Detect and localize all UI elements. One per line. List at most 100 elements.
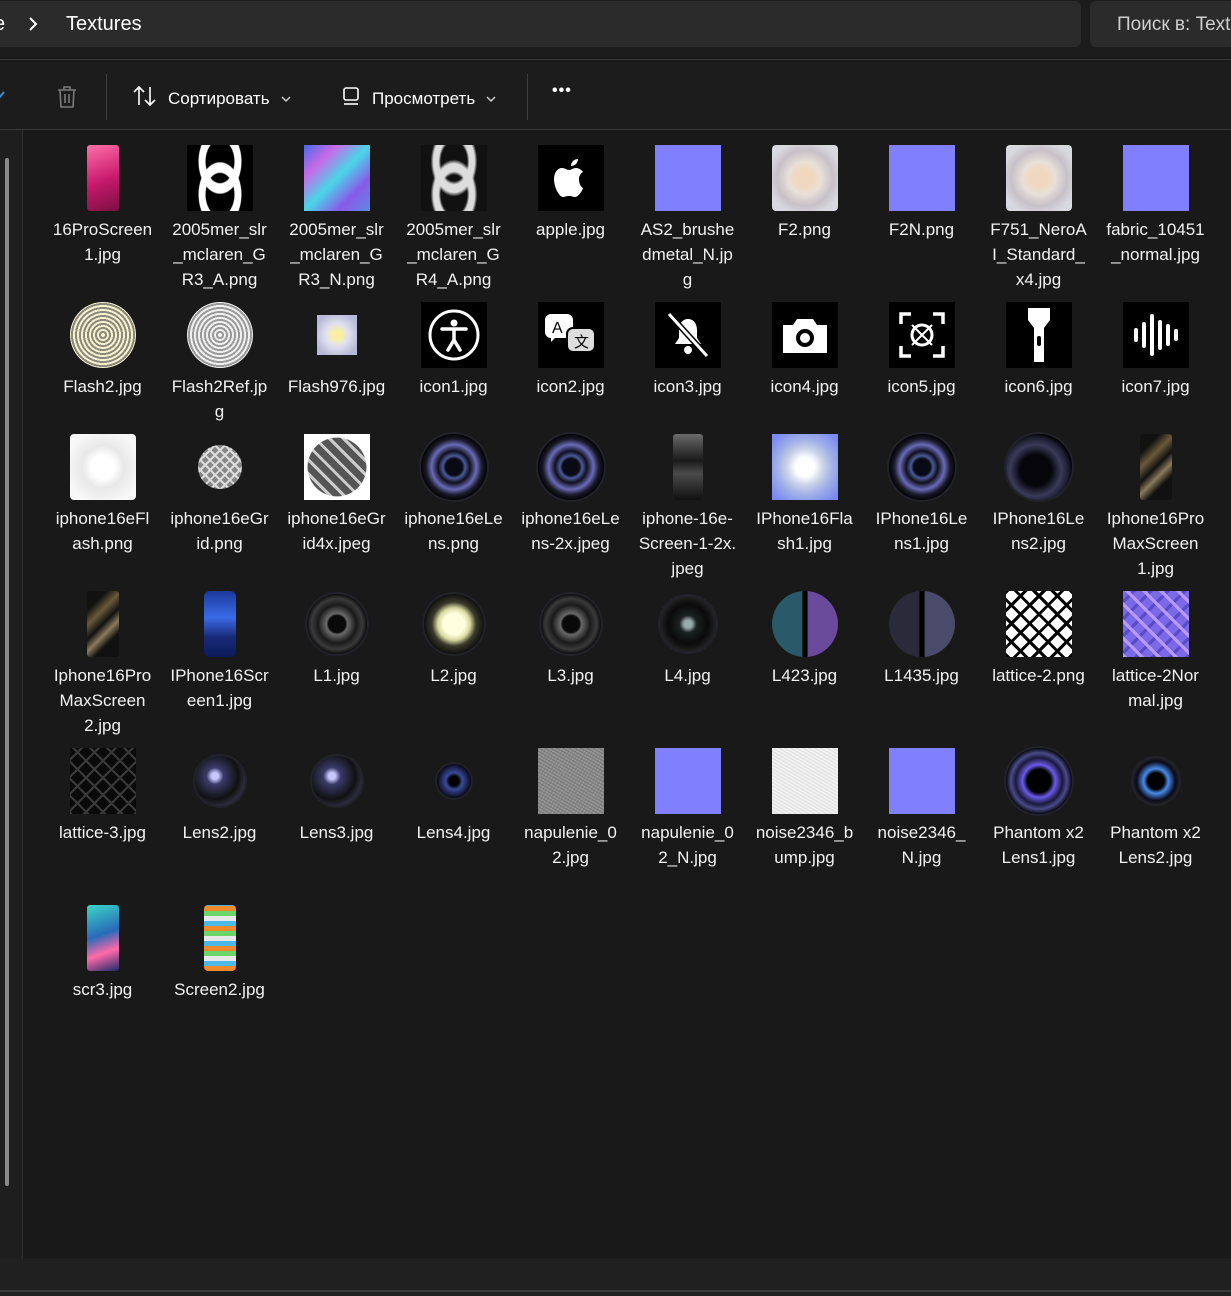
- delete-button[interactable]: [55, 84, 79, 115]
- breadcrumb-current[interactable]: Textures: [66, 13, 142, 36]
- svg-text:文: 文: [574, 334, 589, 351]
- view-label: Просмотреть: [372, 88, 476, 108]
- file-item[interactable]: L3.jpg: [512, 591, 629, 688]
- file-item[interactable]: 16ProScreen1.jpg: [44, 145, 161, 267]
- file-item[interactable]: Screen2.jpg: [161, 905, 278, 1002]
- file-item[interactable]: 2005mer_slr_mclaren_GR4_A.png: [395, 145, 512, 292]
- file-thumbnail: [882, 591, 962, 657]
- file-thumbnail: [648, 434, 728, 500]
- scrollbar[interactable]: [5, 158, 9, 1186]
- chevron-down-icon: [280, 89, 292, 109]
- file-thumbnail: [882, 145, 962, 211]
- file-name: AS2_brushedmetal_N.jpg: [640, 220, 735, 289]
- file-item[interactable]: Iphone16ProMaxScreen1.jpg: [1097, 434, 1214, 581]
- file-thumbnail: [765, 302, 845, 368]
- divider: [106, 74, 107, 120]
- file-item[interactable]: icon5.jpg: [863, 302, 980, 399]
- file-item[interactable]: noise2346_bump.jpg: [746, 748, 863, 870]
- file-item[interactable]: iphone-16e-Screen-1-2x.jpeg: [629, 434, 746, 581]
- file-name: L2.jpg: [430, 666, 477, 685]
- file-item[interactable]: F751_NeroAI_Standard_x4.jpg: [980, 145, 1097, 292]
- file-item[interactable]: IPhone16Lens2.jpg: [980, 434, 1097, 556]
- file-item[interactable]: Lens3.jpg: [278, 748, 395, 845]
- file-thumbnail: [999, 145, 1079, 211]
- file-item[interactable]: napulenie_02.jpg: [512, 748, 629, 870]
- file-item[interactable]: lattice-2Normal.jpg: [1097, 591, 1214, 713]
- file-name: IPhone16Flash1.jpg: [756, 509, 853, 553]
- file-item[interactable]: iphone16eGrid4x.jpeg: [278, 434, 395, 556]
- file-thumbnail: [648, 145, 728, 211]
- file-item[interactable]: F2.png: [746, 145, 863, 242]
- file-thumbnail: [297, 748, 377, 814]
- file-item[interactable]: L1.jpg: [278, 591, 395, 688]
- navigation-pane[interactable]: [0, 130, 23, 1258]
- file-item[interactable]: iphone16eLens-2x.jpeg: [512, 434, 629, 556]
- file-item[interactable]: F2N.png: [863, 145, 980, 242]
- file-item[interactable]: A 文 icon2.jpg: [512, 302, 629, 399]
- file-name: icon2.jpg: [536, 377, 605, 396]
- file-item[interactable]: Flash976.jpg: [278, 302, 395, 399]
- file-name: icon5.jpg: [887, 377, 956, 396]
- file-name: icon6.jpg: [1004, 377, 1073, 396]
- file-item[interactable]: icon7.jpg: [1097, 302, 1214, 399]
- file-item[interactable]: AS2_brushedmetal_N.jpg: [629, 145, 746, 292]
- file-name: scr3.jpg: [72, 980, 133, 999]
- address-bar-area: e Textures Поиск в: Textures: [0, 0, 1231, 58]
- search-placeholder: Поиск в: Textures: [1117, 14, 1231, 35]
- file-item[interactable]: iphone16eGrid.png: [161, 434, 278, 556]
- file-item[interactable]: fabric_10451_normal.jpg: [1097, 145, 1214, 267]
- file-name: IPhone16Lens1.jpg: [875, 509, 968, 553]
- view-icon: [340, 84, 362, 113]
- file-name: L1435.jpg: [884, 666, 959, 685]
- file-item[interactable]: IPhone16Screen1.jpg: [161, 591, 278, 713]
- file-item[interactable]: iphone16eFlash.png: [44, 434, 161, 556]
- file-thumbnail: [531, 748, 611, 814]
- breadcrumb[interactable]: e Textures: [0, 1, 1081, 47]
- file-thumbnail: [63, 905, 143, 971]
- file-item[interactable]: icon4.jpg: [746, 302, 863, 399]
- rename-icon[interactable]: [0, 84, 8, 108]
- file-thumbnail: [765, 748, 845, 814]
- file-item[interactable]: napulenie_02_N.jpg: [629, 748, 746, 870]
- file-item[interactable]: 2005mer_slr_mclaren_GR3_A.png: [161, 145, 278, 292]
- file-item[interactable]: Phantom x2 Lens1.jpg: [980, 748, 1097, 870]
- file-item[interactable]: IPhone16Lens1.jpg: [863, 434, 980, 556]
- file-item[interactable]: iphone16eLens.png: [395, 434, 512, 556]
- file-thumbnail: [414, 591, 494, 657]
- file-item[interactable]: lattice-2.png: [980, 591, 1097, 688]
- file-thumbnail: [297, 302, 377, 368]
- sort-button[interactable]: Сортировать: [132, 84, 292, 113]
- file-item[interactable]: L4.jpg: [629, 591, 746, 688]
- file-item[interactable]: Lens2.jpg: [161, 748, 278, 845]
- file-item[interactable]: L423.jpg: [746, 591, 863, 688]
- file-name: icon7.jpg: [1121, 377, 1190, 396]
- file-name: fabric_10451_normal.jpg: [1106, 220, 1205, 264]
- view-button[interactable]: Просмотреть: [340, 84, 497, 113]
- file-item[interactable]: Flash2.jpg: [44, 302, 161, 399]
- file-item[interactable]: L2.jpg: [395, 591, 512, 688]
- file-item[interactable]: icon6.jpg: [980, 302, 1097, 399]
- file-name: L3.jpg: [547, 666, 594, 685]
- file-item[interactable]: icon1.jpg: [395, 302, 512, 399]
- file-name: iphone-16e-Screen-1-2x.jpeg: [638, 509, 737, 578]
- file-item[interactable]: Flash2Ref.jpg: [161, 302, 278, 424]
- file-item[interactable]: scr3.jpg: [44, 905, 161, 1002]
- more-options-button[interactable]: •••: [552, 82, 572, 100]
- file-item[interactable]: icon3.jpg: [629, 302, 746, 399]
- file-item[interactable]: L1435.jpg: [863, 591, 980, 688]
- search-input[interactable]: Поиск в: Textures: [1090, 1, 1231, 47]
- file-grid: 16ProScreen1.jpg 2005mer_slr_mclaren_GR3_…: [44, 145, 1224, 1255]
- file-item[interactable]: lattice-3.jpg: [44, 748, 161, 845]
- file-thumbnail: [882, 748, 962, 814]
- file-item[interactable]: Lens4.jpg: [395, 748, 512, 845]
- file-item[interactable]: noise2346_N.jpg: [863, 748, 980, 870]
- divider: [527, 74, 528, 120]
- file-item[interactable]: IPhone16Flash1.jpg: [746, 434, 863, 556]
- file-item[interactable]: Phantom x2 Lens2.jpg: [1097, 748, 1214, 870]
- file-item[interactable]: Iphone16ProMaxScreen2.jpg: [44, 591, 161, 738]
- breadcrumb-previous[interactable]: e: [0, 13, 5, 36]
- file-name: napulenie_02.jpg: [524, 823, 617, 867]
- file-item[interactable]: 2005mer_slr_mclaren_GR3_N.png: [278, 145, 395, 292]
- file-thumbnail: [1116, 145, 1196, 211]
- file-item[interactable]: apple.jpg: [512, 145, 629, 242]
